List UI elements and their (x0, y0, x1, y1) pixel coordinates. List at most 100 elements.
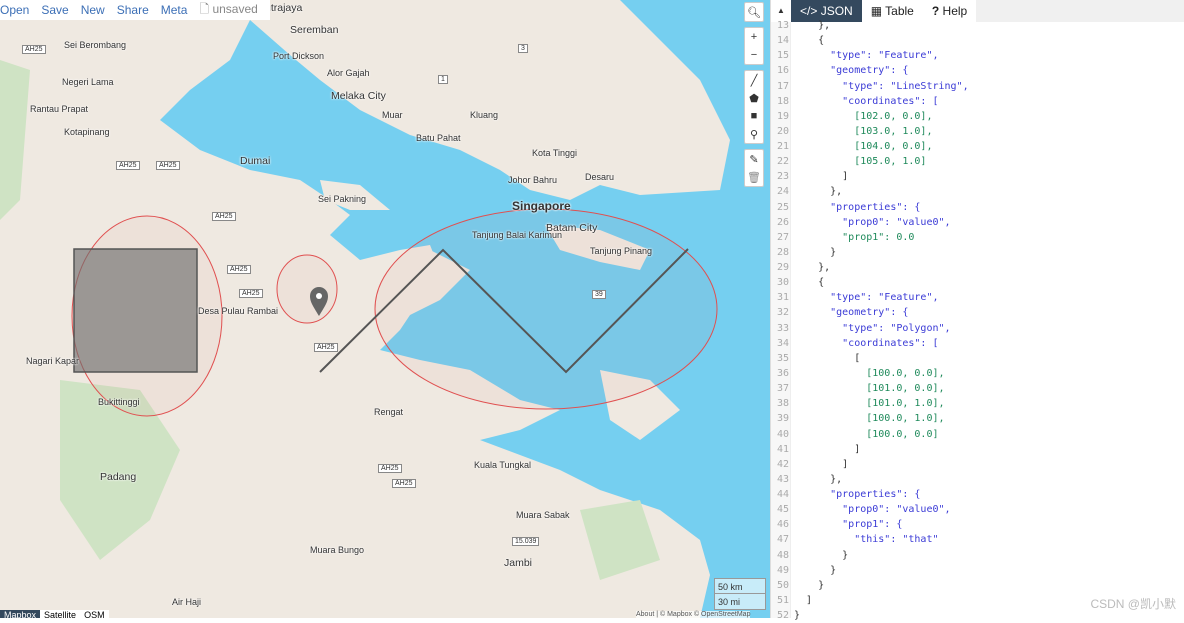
draw-line-icon[interactable]: ╱ (745, 71, 763, 89)
code-text: "prop0": "value0", (794, 504, 951, 516)
road-shield: AH25 (212, 212, 236, 221)
place-label: Port Dickson (273, 51, 325, 61)
code-line: 42 ] (771, 457, 1171, 472)
code-text: "geometry": { (794, 65, 909, 77)
watermark: CSDN @凯小默 (1090, 597, 1176, 611)
code-line: 50 } (771, 578, 1171, 593)
code-text: } (794, 610, 801, 622)
map-attribution[interactable]: About | © Mapbox © OpenStreetMap (636, 611, 751, 618)
code-text: "prop1": 0.0 (794, 231, 915, 243)
code-line: 17 "type": "LineString", (771, 79, 1171, 94)
line-number: 36 (776, 367, 789, 379)
code-text: [105.0, 1.0] (794, 156, 927, 168)
code-text: { (794, 35, 825, 47)
place-label: Kuala Tungkal (474, 460, 532, 470)
edit-control: ✎ 🗑︎ (744, 149, 764, 187)
line-number: 20 (776, 125, 789, 137)
menu-save[interactable]: Save (35, 3, 68, 17)
place-label: Nagari Kapar (26, 356, 80, 366)
place-label: Muar (382, 110, 403, 120)
line-number: 27 (776, 231, 789, 243)
place-label: Johor Bahru (508, 175, 558, 185)
code-line: 22 [105.0, 1.0] (771, 154, 1171, 169)
code-line: 33 "type": "Polygon", (771, 321, 1171, 336)
code-line: 46 "prop1": { (771, 517, 1171, 532)
side-panel: ▲ </> JSON ▦ Table ? Help 13 }, 14 {15 "t… (770, 0, 1184, 621)
layer-mapbox[interactable]: Mapbox (0, 610, 41, 618)
code-line: 47 "this": "that" (771, 532, 1171, 547)
code-text: "properties": { (794, 201, 921, 213)
line-number: 48 (776, 549, 789, 561)
feature-circle[interactable] (276, 254, 338, 324)
code-line: 27 "prop1": 0.0 (771, 230, 1171, 245)
line-number: 22 (776, 156, 789, 168)
menu-open[interactable]: Open (0, 3, 29, 17)
code-text: "type": "Feature", (794, 50, 939, 62)
place-label: Tanjung Pinang (590, 246, 653, 256)
place-label: Kluang (470, 110, 499, 120)
place-label: Padang (100, 471, 137, 483)
place-label: Kota Tinggi (532, 148, 578, 158)
search-icon[interactable]: 🔍︎ (745, 3, 763, 21)
code-text: [ (794, 352, 861, 364)
draw-rectangle-icon[interactable]: ■ (745, 107, 763, 125)
code-text: }, (794, 186, 843, 198)
code-line: 28 } (771, 245, 1171, 260)
layer-osm[interactable]: OSM (80, 610, 109, 618)
map[interactable]: Putrajaya Seremban Sei Berombang Port Dicks… (0, 0, 770, 618)
code-text: ] (794, 594, 813, 606)
edit-icon[interactable]: ✎ (745, 150, 763, 168)
code-text: } (794, 549, 849, 561)
line-number: 24 (776, 186, 789, 198)
code-text: ] (794, 443, 861, 455)
road-shield: AH25 (392, 479, 416, 488)
code-line: 29 }, (771, 260, 1171, 275)
place-label: Muara Bungo (310, 545, 365, 555)
code-text: } (794, 246, 837, 258)
menu-share[interactable]: Share (111, 3, 149, 17)
place-label: Dumai (240, 155, 271, 167)
file-icon: 🗋 (199, 1, 213, 16)
feature-polygon[interactable] (73, 248, 198, 373)
line-number: 39 (776, 413, 789, 425)
draw-marker-icon[interactable]: ⚲ (745, 125, 763, 143)
line-number: 35 (776, 352, 789, 364)
line-number: 17 (776, 80, 789, 92)
menu-meta[interactable]: Meta (155, 3, 188, 17)
line-number: 30 (776, 277, 789, 289)
code-line: 34 "coordinates": [ (771, 336, 1171, 351)
place-label: Kotapinang (64, 127, 110, 137)
line-number: 14 (776, 35, 789, 47)
place-label: Muara Sabak (516, 510, 570, 520)
place-label: Seremban (290, 24, 339, 36)
place-label: Desaru (585, 172, 615, 182)
line-number: 42 (776, 458, 789, 470)
code-text: "this": "that" (794, 534, 939, 546)
place-label: Sei Pakning (318, 194, 367, 204)
road-shield: 39 (592, 290, 606, 299)
zoom-in-button[interactable]: + (745, 28, 763, 46)
line-number: 51 (776, 594, 789, 606)
help-icon: ? (931, 4, 940, 18)
draw-polygon-icon[interactable]: ⬟ (745, 89, 763, 107)
place-label: Negeri Lama (62, 77, 114, 87)
line-number: 47 (776, 534, 789, 546)
layer-satellite[interactable]: Satellite (40, 610, 81, 618)
code-text: }, (794, 20, 831, 31)
trash-icon[interactable]: 🗑︎ (745, 168, 763, 186)
scale-mi: 30 mi (714, 594, 766, 610)
search-control: 🔍︎ (744, 2, 764, 22)
place-label: Rengat (374, 407, 404, 417)
code-line: 32 "geometry": { (771, 305, 1171, 320)
road-shield: AH25 (239, 289, 263, 298)
menu-new[interactable]: New (75, 3, 105, 17)
code-text: "properties": { (794, 489, 921, 501)
zoom-out-button[interactable]: − (745, 46, 763, 64)
draw-control: ╱ ⬟ ■ ⚲ (744, 70, 764, 144)
code-line: 20 [103.0, 1.0], (771, 124, 1171, 139)
place-label: Melaka City (331, 90, 386, 102)
place-label: Sei Berombang (64, 40, 127, 50)
place-label: Singapore (512, 199, 571, 213)
file-status: 🗋 unsaved (199, 1, 258, 16)
line-number: 13 (776, 20, 789, 31)
